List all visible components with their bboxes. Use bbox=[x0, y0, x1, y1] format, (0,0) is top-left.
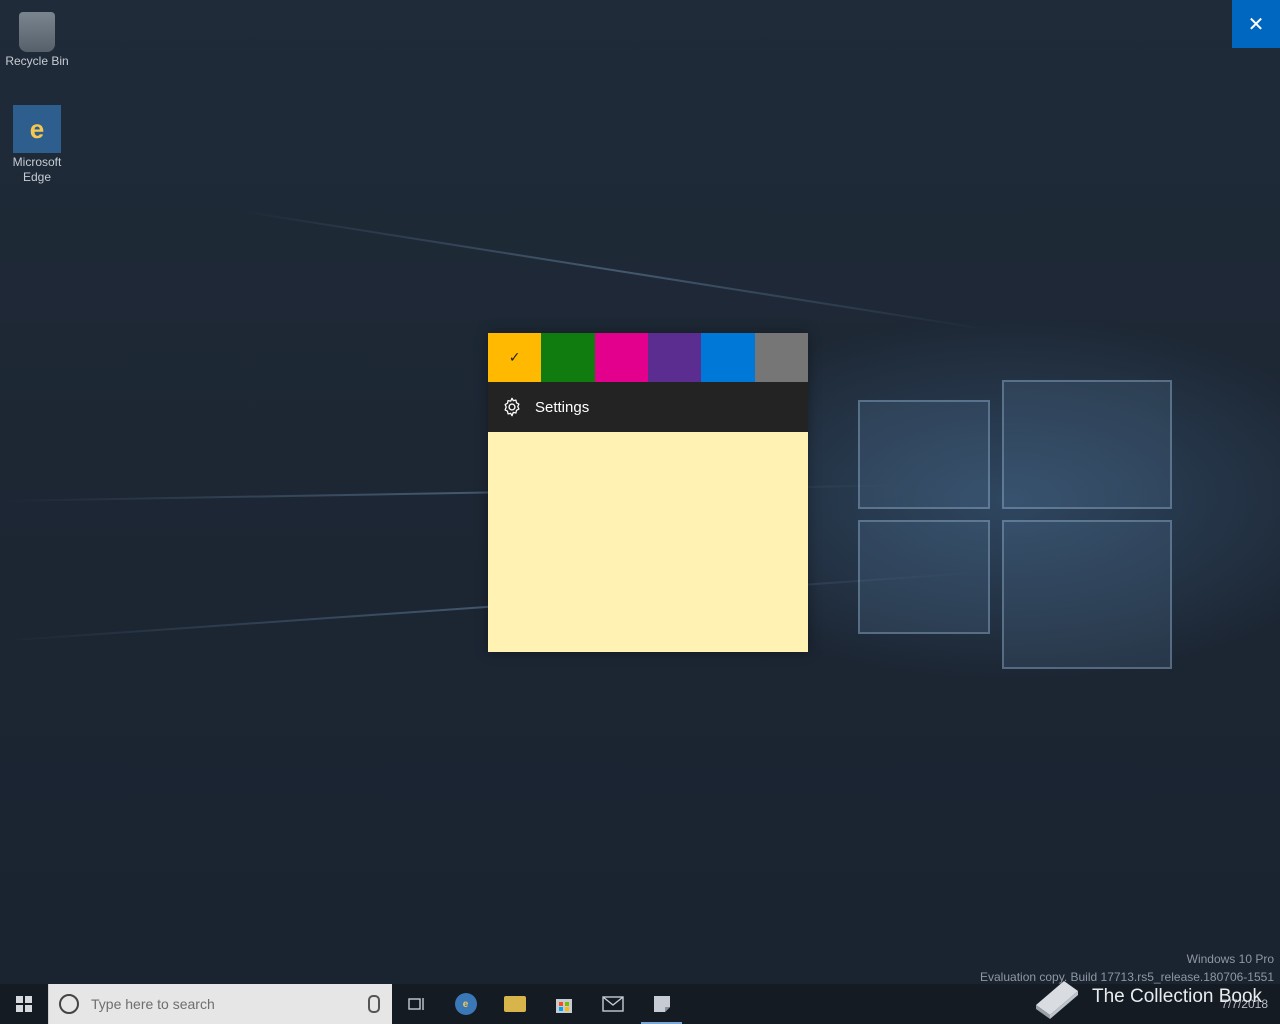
sticky-note: ✓ Settings bbox=[488, 333, 808, 652]
settings-menu-item[interactable]: Settings bbox=[488, 382, 808, 432]
collection-book-overlay: The Collection Book bbox=[1030, 975, 1262, 1019]
color-picker: ✓ bbox=[488, 333, 808, 382]
logo-pane bbox=[858, 400, 990, 509]
file-explorer-button[interactable] bbox=[490, 984, 539, 1024]
task-view-icon bbox=[407, 998, 424, 1010]
search-placeholder: Type here to search bbox=[91, 996, 215, 1012]
recycle-bin-shortcut[interactable]: Recycle Bin bbox=[0, 8, 74, 69]
settings-label: Settings bbox=[535, 398, 590, 416]
logo-pane bbox=[858, 520, 990, 634]
edge-icon: e bbox=[454, 993, 477, 1015]
sticky-notes-button[interactable] bbox=[637, 984, 686, 1024]
mail-button[interactable] bbox=[588, 984, 637, 1024]
store-button[interactable] bbox=[539, 984, 588, 1024]
color-swatch-blue[interactable] bbox=[701, 333, 755, 382]
collection-book-text: The Collection Book bbox=[1092, 986, 1263, 1007]
desktop-icon-label: Microsoft Edge bbox=[12, 155, 62, 184]
sticky-notes-icon bbox=[653, 996, 670, 1012]
edge-icon: e bbox=[13, 105, 61, 153]
color-swatch-gray[interactable] bbox=[754, 333, 808, 382]
taskbar-edge-button[interactable]: e bbox=[441, 984, 490, 1024]
windows-logo bbox=[850, 355, 1180, 675]
taskbar-search-box[interactable]: Type here to search bbox=[48, 984, 392, 1024]
book-icon bbox=[1036, 981, 1078, 1019]
watermark-edition: Windows 10 Pro bbox=[1186, 952, 1274, 966]
windows-start-icon bbox=[16, 996, 32, 1012]
desktop-icon-label: Recycle Bin bbox=[5, 54, 69, 68]
start-button[interactable] bbox=[0, 984, 48, 1024]
close-icon: ✕ bbox=[1247, 13, 1265, 36]
folder-icon bbox=[503, 996, 526, 1012]
checkmark-icon: ✓ bbox=[508, 349, 521, 365]
logo-pane bbox=[1002, 380, 1172, 509]
light-beam bbox=[239, 210, 991, 331]
gear-icon bbox=[504, 397, 520, 417]
color-swatch-green[interactable] bbox=[541, 333, 595, 382]
close-button[interactable]: ✕ bbox=[1232, 0, 1280, 48]
microsoft-edge-shortcut[interactable]: e Microsoft Edge bbox=[0, 105, 74, 185]
mail-icon bbox=[601, 996, 624, 1012]
logo-pane bbox=[1002, 520, 1172, 669]
recycle-bin-icon bbox=[19, 12, 55, 52]
color-swatch-pink[interactable] bbox=[594, 333, 648, 382]
color-swatch-yellow[interactable]: ✓ bbox=[488, 333, 542, 382]
note-text-area[interactable] bbox=[488, 432, 808, 652]
cortana-icon bbox=[59, 994, 79, 1014]
task-view-button[interactable] bbox=[392, 984, 441, 1024]
store-icon bbox=[555, 999, 572, 1013]
microphone-icon[interactable] bbox=[368, 995, 380, 1013]
color-swatch-purple[interactable] bbox=[647, 333, 702, 382]
